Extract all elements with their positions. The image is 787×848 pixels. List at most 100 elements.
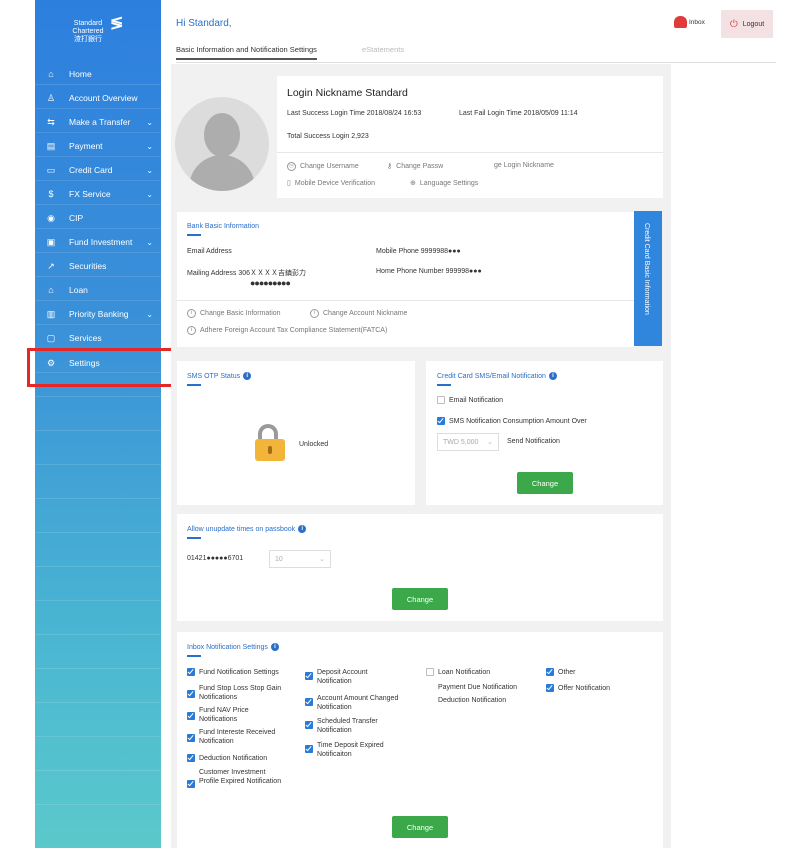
priority-icon: ▥ (46, 308, 56, 319)
sidebar-item-securities[interactable]: ↗ Securities (35, 254, 161, 278)
mobile-phone: Mobile Phone 9999988●●● (376, 248, 461, 255)
avatar (175, 97, 269, 191)
deduction-notification-2[interactable]: Deduction Notification (438, 697, 506, 704)
change-account-nickname-link[interactable]: i Change Account Nickname (310, 309, 407, 318)
sidebar-item-label: Payment (69, 141, 103, 151)
bank-logo[interactable]: Standard Chartered 渣打銀行 ≶ (70, 16, 130, 52)
home-icon: ⌂ (48, 69, 54, 79)
tab-estatements[interactable]: eStatements (362, 45, 404, 54)
fund-notification-checkbox[interactable]: Fund Notification Settings (187, 668, 279, 676)
mailing-address: Mailing Address 306ＸＸＸＸ吉鎮彭力 (187, 270, 307, 277)
passbook-times-select[interactable]: 10 ⌄ (269, 550, 331, 568)
account-amount-changed-checkbox[interactable]: Account Amount Changed Notification (305, 694, 405, 712)
fund-interest-received-checkbox[interactable]: Fund Intereste Received Notification (187, 728, 299, 746)
change-username-link[interactable]: ⓤ Change Username (287, 162, 359, 171)
email-notification-checkbox[interactable]: Email Notification (437, 396, 503, 404)
time-deposit-expired-checkbox[interactable]: Time Deposit Expired Notificaiton (305, 741, 405, 759)
divider (35, 668, 161, 669)
other-checkbox[interactable]: Other (546, 668, 576, 676)
checkbox-checked-icon (305, 698, 313, 706)
deposit-account-checkbox[interactable]: Deposit Account Notification (305, 668, 397, 686)
logo-text: Standard Chartered 渣打銀行 (72, 20, 104, 43)
checkbox-checked-icon (546, 684, 554, 692)
info-circle-icon: i (310, 309, 319, 318)
divider (35, 702, 161, 703)
chevron-down-icon: ⌄ (146, 141, 153, 151)
inbox-button[interactable]: Inbox (674, 16, 705, 28)
sms-notification-checkbox[interactable]: SMS Notification Consumption Amount Over (437, 417, 587, 425)
divider (35, 430, 161, 431)
cc-change-button[interactable]: Change (517, 472, 573, 494)
sidebar-item-label: Services (69, 333, 102, 343)
sidebar-item-priority-banking[interactable]: ▥ Priority Banking ⌄ (35, 302, 161, 326)
profile-card: Login Nickname Standard Last Success Log… (277, 76, 663, 198)
tab-basic-information[interactable]: Basic Information and Notification Setti… (176, 45, 317, 60)
passbook-change-button[interactable]: Change (392, 588, 448, 610)
change-nickname-link[interactable]: ge Login Nickname (494, 162, 554, 169)
securities-icon: ↗ (47, 260, 55, 271)
sidebar-item-cip[interactable]: ◉ CIP (35, 206, 161, 230)
sidebar-item-fund-investment[interactable]: ▣ Fund Investment ⌄ (35, 230, 161, 254)
checkbox-checked-icon (305, 745, 313, 753)
payment-due-notification[interactable]: Payment Due Notification (438, 684, 517, 691)
scheduled-transfer-checkbox[interactable]: Scheduled Transfer Notification (305, 717, 405, 735)
checkbox-checked-icon (437, 417, 445, 425)
amount-select[interactable]: TWD 5,000 ⌄ (437, 433, 499, 451)
divider (35, 770, 161, 771)
sidebar-item-make-a-transfer[interactable]: ⇆ Make a Transfer ⌄ (35, 110, 161, 134)
unlocked-padlock-icon (255, 424, 285, 461)
language-settings-link[interactable]: ⊕ Language Settings (410, 179, 478, 188)
title-underline (187, 234, 201, 236)
checkbox-checked-icon (305, 721, 313, 729)
sidebar-item-services[interactable]: ▢ Services (35, 326, 161, 350)
fund-stop-loss-checkbox[interactable]: Fund Stop Loss Stop Gain Notifications (187, 684, 299, 702)
divider (35, 464, 161, 465)
inbox-settings-change-button[interactable]: Change (392, 816, 448, 838)
deduction-notification-checkbox-1[interactable]: Deduction Notification (187, 754, 267, 762)
change-password-link[interactable]: ⚷ Change Passw (387, 162, 443, 171)
divider (35, 600, 161, 601)
greeting: Hi Standard, (176, 18, 232, 29)
sidebar-item-home[interactable]: ⌂ Home (35, 62, 161, 86)
last-success-login: Last Success Login Time 2018/08/24 16:53 (287, 110, 422, 117)
checkbox-checked-icon (187, 668, 195, 676)
mobile-verification-link[interactable]: ▯ Mobile Device Verification (287, 179, 375, 188)
sidebar-item-fx-service[interactable]: $ FX Service ⌄ (35, 182, 161, 206)
inbox-icon (674, 16, 687, 28)
sidebar-item-label: CIP (69, 213, 84, 223)
divider (35, 566, 161, 567)
divider (277, 152, 663, 153)
sidebar-item-label: FX Service (69, 189, 111, 199)
sidebar-item-label: Securities (69, 261, 107, 271)
fund-nav-price-checkbox[interactable]: Fund NAV Price Notifications (187, 706, 299, 724)
bank-info-card: Bank Basic Information Email Address Mob… (177, 212, 635, 347)
fatca-link[interactable]: i Adhere Foreign Account Tax Compliance S… (187, 326, 387, 335)
loan-notification-checkbox[interactable]: Loan Notification (426, 668, 490, 676)
email-label: Email Address (187, 248, 232, 255)
home-phone: Home Phone Number 999998●●● (376, 268, 482, 275)
credit-card-info-side-tab[interactable]: Credit Card Basic Information (634, 211, 662, 346)
cc-notification-card: Credit Card SMS/Email Notification i Emai… (426, 361, 663, 505)
user-circle-icon: ⓤ (287, 162, 296, 171)
title-underline (437, 384, 451, 386)
sidebar-item-label: Make a Transfer (69, 117, 131, 127)
sidebar-item-label: Loan (69, 285, 88, 295)
chevron-down-icon: ⌄ (146, 309, 153, 319)
title-underline (187, 384, 201, 386)
logout-button[interactable]: ⏻ Logout (721, 10, 773, 38)
passbook-title: Allow unupdate times on passbook i (187, 525, 307, 533)
passbook-card: Allow unupdate times on passbook i 01421●… (177, 514, 663, 621)
sidebar-item-label: Priority Banking (69, 309, 129, 319)
sidebar-item-account-overview[interactable]: ♙ Account Overview (35, 86, 161, 110)
sidebar-item-loan[interactable]: ⌂ Loan (35, 278, 161, 302)
sidebar-item-label: Fund Investment (69, 237, 133, 247)
offer-notification-checkbox[interactable]: Offer Notification (546, 684, 610, 692)
investment-profile-expired-checkbox[interactable]: Customer Investment Profile Expired Noti… (187, 768, 287, 788)
cc-notification-title: Credit Card SMS/Email Notification i (437, 372, 557, 380)
transfer-icon: ⇆ (47, 116, 55, 127)
tab-bar: Basic Information and Notification Setti… (176, 45, 776, 63)
bank-info-title: Bank Basic Information (187, 223, 259, 230)
change-basic-info-link[interactable]: i Change Basic Information (187, 309, 281, 318)
sidebar-item-payment[interactable]: ▤ Payment ⌄ (35, 134, 161, 158)
sidebar-item-credit-card[interactable]: ▭ Credit Card ⌄ (35, 158, 161, 182)
